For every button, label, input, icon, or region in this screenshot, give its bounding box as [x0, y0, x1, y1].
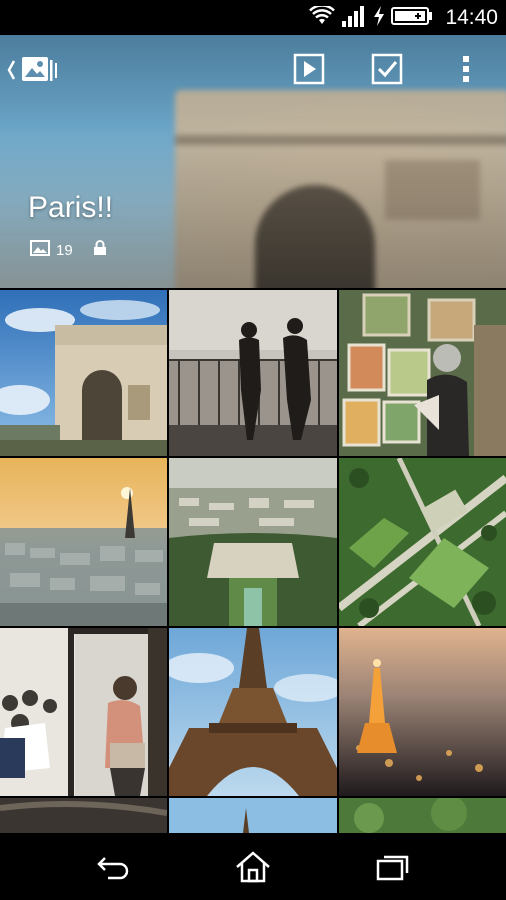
- album-meta: 19: [30, 240, 107, 260]
- battery-icon: [391, 6, 433, 30]
- photo-thumbnail[interactable]: [169, 290, 337, 456]
- item-count: 19: [56, 241, 73, 259]
- wifi-icon: [309, 3, 336, 30]
- photo-thumbnail[interactable]: [169, 458, 337, 626]
- photo-thumbnail[interactable]: [339, 458, 506, 626]
- photo-thumbnail[interactable]: [339, 798, 506, 833]
- home-nav-icon[interactable]: [198, 833, 308, 900]
- photo-thumbnail[interactable]: [0, 290, 167, 456]
- album-header: Paris!! 19: [0, 35, 506, 288]
- photo-thumbnail[interactable]: [169, 798, 337, 833]
- photo-grid: [0, 290, 506, 833]
- album-back-icon[interactable]: [4, 53, 60, 87]
- photo-thumbnail[interactable]: [0, 458, 167, 626]
- photo-thumbnail[interactable]: [0, 628, 167, 796]
- image-count-icon: [30, 240, 50, 260]
- photo-thumbnail[interactable]: [0, 798, 167, 833]
- overflow-menu-icon[interactable]: [455, 52, 477, 86]
- slideshow-play-icon[interactable]: [292, 52, 326, 86]
- select-checkbox-icon[interactable]: [370, 52, 404, 86]
- status-icons: 14:40: [309, 0, 498, 35]
- album-title: Paris!!: [28, 191, 114, 224]
- recents-nav-icon[interactable]: [338, 833, 448, 900]
- charging-icon: [373, 5, 385, 31]
- photo-thumbnail[interactable]: [169, 628, 337, 796]
- signal-icon: [341, 5, 367, 31]
- lock-icon: [93, 240, 107, 260]
- status-bar: 14:40: [0, 0, 506, 35]
- back-nav-icon[interactable]: [58, 833, 168, 900]
- photo-thumbnail[interactable]: [339, 290, 506, 456]
- photo-thumbnail[interactable]: [339, 628, 506, 796]
- status-time: 14:40: [445, 5, 498, 29]
- system-nav-bar: [0, 833, 506, 900]
